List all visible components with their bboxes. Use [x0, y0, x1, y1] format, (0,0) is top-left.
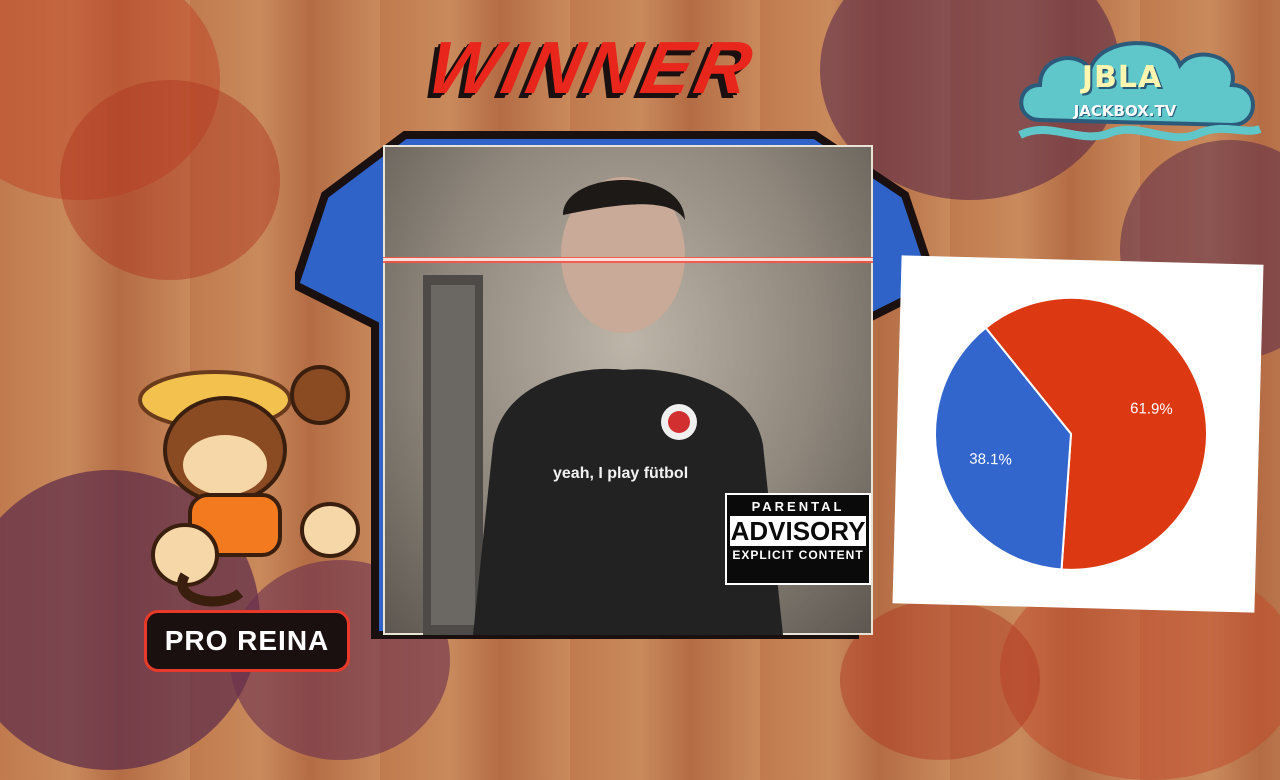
logo-title: JBLA	[1081, 60, 1163, 95]
pie-chart: 61.9% 38.1%	[934, 296, 1208, 571]
album-caption: yeah, I play fütbol	[553, 465, 689, 482]
tanuki-avatar	[138, 365, 360, 607]
pie-chart-card: 61.9% 38.1%	[892, 255, 1264, 613]
advisory-line3: EXPLICIT CONTENT	[732, 548, 864, 562]
player-name-badge: PRO REINA	[144, 610, 350, 672]
winner-title: WINNER	[421, 26, 764, 109]
advisory-line2: ADVISORY	[730, 516, 866, 546]
logo-subtitle: JACKBOX.TV	[1073, 102, 1177, 120]
bg-cloud	[60, 80, 280, 280]
parental-advisory-label: PARENTAL ADVISORY EXPLICIT CONTENT	[725, 493, 871, 585]
pie-slice-label-0: 61.9%	[1130, 400, 1173, 418]
album-cover-image: yeah, I play fütbol PARENTAL ADVISORY EX…	[383, 145, 873, 635]
pie-slice-label-1: 38.1%	[969, 450, 1012, 468]
advisory-line1: PARENTAL	[751, 499, 845, 514]
